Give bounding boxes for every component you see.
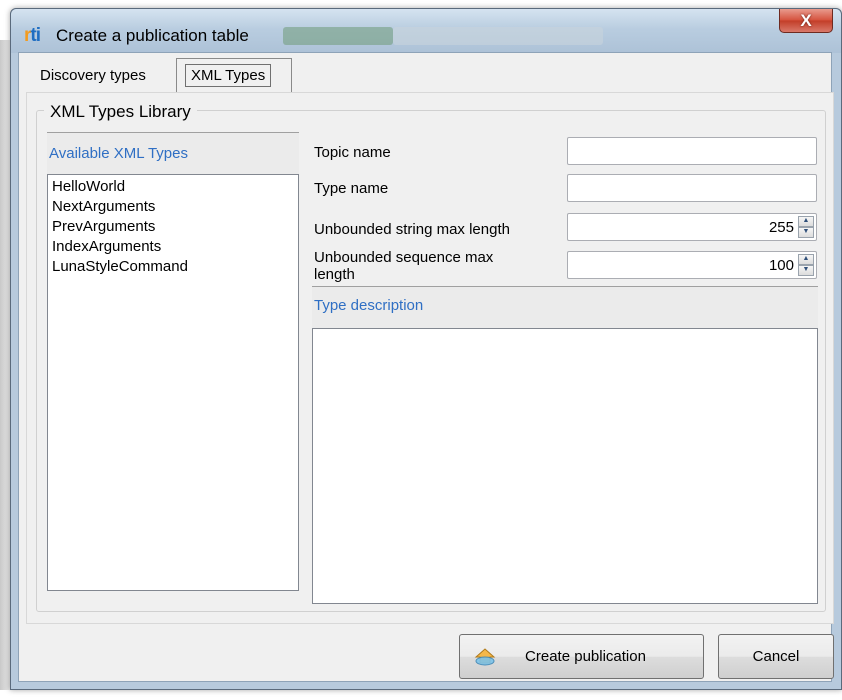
- stepper-buttons: ▲ ▼: [798, 254, 814, 276]
- title-bar[interactable]: rti Create a publication table X: [11, 9, 841, 53]
- window-title: Create a publication table: [56, 26, 249, 45]
- list-item[interactable]: HelloWorld: [52, 177, 294, 197]
- publish-icon: [474, 648, 496, 666]
- title-bar-background-blur: [393, 27, 603, 45]
- list-item[interactable]: LunaStyleCommand: [52, 257, 294, 277]
- rti-logo-icon: rti: [24, 25, 41, 46]
- type-name-label: Type name: [314, 180, 389, 197]
- cancel-label: Cancel: [752, 648, 800, 665]
- sequence-label-line1: Unbounded sequence max: [314, 249, 494, 266]
- type-name-input[interactable]: [567, 174, 817, 202]
- string-max-length-label: Unbounded string max length: [314, 221, 510, 238]
- list-item[interactable]: PrevArguments: [52, 217, 294, 237]
- stepper-buttons: ▲ ▼: [798, 216, 814, 238]
- string-max-length-value: 255: [768, 219, 794, 236]
- tab-label: Discovery types: [40, 66, 146, 84]
- create-publication-button[interactable]: Create publication: [459, 634, 704, 679]
- spin-down-icon[interactable]: ▼: [798, 227, 814, 238]
- available-xml-types-header: Available XML Types: [47, 132, 299, 174]
- spin-down-icon[interactable]: ▼: [798, 265, 814, 276]
- topic-name-input[interactable]: [567, 137, 817, 165]
- spin-up-icon[interactable]: ▲: [798, 254, 814, 265]
- close-button[interactable]: X: [779, 9, 833, 33]
- tab-label: XML Types: [185, 64, 272, 87]
- cancel-button[interactable]: Cancel: [718, 634, 834, 679]
- spin-up-icon[interactable]: ▲: [798, 216, 814, 227]
- sequence-max-length-stepper[interactable]: 100 ▲ ▼: [567, 251, 817, 279]
- sequence-label-line2: length: [314, 266, 355, 283]
- sequence-max-length-label: Unbounded sequence max length: [314, 249, 493, 283]
- title-bar-background-blur: [283, 27, 393, 45]
- type-description-area[interactable]: [312, 328, 818, 604]
- string-max-length-stepper[interactable]: 255 ▲ ▼: [567, 213, 817, 241]
- create-publication-label: Create publication: [525, 648, 646, 665]
- tab-xml-types[interactable]: XML Types: [176, 58, 292, 92]
- list-item[interactable]: IndexArguments: [52, 237, 294, 257]
- group-label: XML Types Library: [44, 102, 197, 122]
- type-description-header: Type description: [312, 286, 818, 328]
- list-item[interactable]: NextArguments: [52, 197, 294, 217]
- sequence-max-length-value: 100: [768, 257, 794, 274]
- topic-name-label: Topic name: [314, 144, 391, 161]
- tab-discovery-types[interactable]: Discovery types: [32, 58, 180, 92]
- xml-types-list[interactable]: HelloWorld NextArguments PrevArguments I…: [47, 174, 299, 591]
